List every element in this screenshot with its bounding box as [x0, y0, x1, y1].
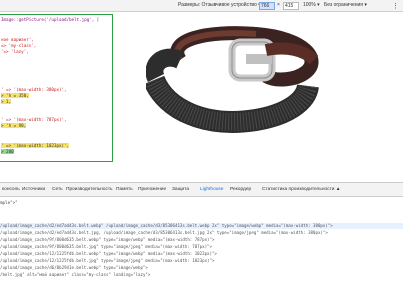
dom-line[interactable]: /upload/image_cache/9f/800d635.belt.jpg"…	[0, 244, 212, 250]
code-line: => 'my-class',	[1, 43, 37, 48]
tab-memory[interactable]: Память	[116, 187, 133, 192]
belt-image	[146, 26, 319, 133]
times-sign: ×	[277, 2, 280, 8]
dom-tree[interactable]: /upload/image_cache/d2/ed7ad43s.belt.web…	[0, 223, 403, 294]
device-toolbar: Размеры: Отзывчивое устройство ▾ 766 × 4…	[0, 0, 403, 12]
code-line: ' => '(max-width: 1023px)',	[1, 143, 70, 148]
code-line: '=> 'lazy',	[1, 49, 29, 54]
devtools-tabs: консоль Источники Сеть Производительност…	[0, 182, 403, 197]
dom-line[interactable]: /upload/image_cache/12/1225fdb.belt.jpg"…	[0, 258, 214, 264]
dom-line[interactable]: /upload/image_cache/d2/ed7ad43s.belt.jpg…	[0, 230, 328, 236]
tab-console[interactable]: консоль	[2, 187, 20, 192]
throttle-select[interactable]: Без ограничения ▾	[324, 2, 367, 8]
tab-recorder[interactable]: Рекордер	[230, 187, 251, 192]
code-line: ное вариант',	[1, 37, 34, 42]
tab-performance[interactable]: Производительность	[66, 187, 113, 192]
code-editor[interactable]: Image::getPicture('/upload/belt.jpg', [ …	[0, 14, 113, 162]
dom-line[interactable]: /belt.jpg" alt="мой вариант" class="my-c…	[0, 272, 150, 278]
code-line: > 200	[1, 149, 14, 154]
breadcrumb: mple">"	[0, 200, 18, 205]
tab-network[interactable]: Сеть	[52, 187, 63, 192]
code-line: ' => '(max-width: 380px)',	[1, 87, 67, 92]
tab-application[interactable]: Приложение	[138, 187, 166, 192]
code-line: > 'h = 90,	[1, 123, 27, 128]
width-input[interactable]: 766	[259, 2, 275, 10]
code-line: ' => '(max-width: 787px)',	[1, 117, 67, 122]
height-input[interactable]: 415	[283, 2, 299, 10]
page-preview	[114, 12, 403, 172]
dom-line[interactable]: /upload/image_cache/12/1225fdb.belt.webp…	[0, 251, 217, 257]
code-line: > 'h = 350,	[1, 93, 29, 98]
more-options-icon[interactable]: ⋮	[392, 2, 399, 10]
dom-line[interactable]: /upload/image_cache/9f/800d635.belt.webp…	[0, 237, 214, 243]
zoom-select[interactable]: 100% ▾	[303, 2, 320, 8]
tab-lighthouse[interactable]: Lighthouse	[200, 187, 223, 192]
code-line: > 1,	[1, 99, 12, 104]
tab-perf-insights[interactable]: Статистика производительности ▲	[262, 187, 341, 192]
tab-sources[interactable]: Источники	[22, 187, 45, 192]
tab-security[interactable]: Защита	[172, 187, 189, 192]
dom-line[interactable]: /upload/image_cache/d2/ed7ad43s.belt.web…	[0, 223, 403, 229]
code-line: Image::getPicture('/upload/belt.jpg', [	[1, 17, 100, 22]
device-select[interactable]: Размеры: Отзывчивое устройство ▾	[178, 2, 261, 8]
dom-line[interactable]: /upload/image_cache/d6/8b2941e.belt.webp…	[0, 265, 148, 271]
